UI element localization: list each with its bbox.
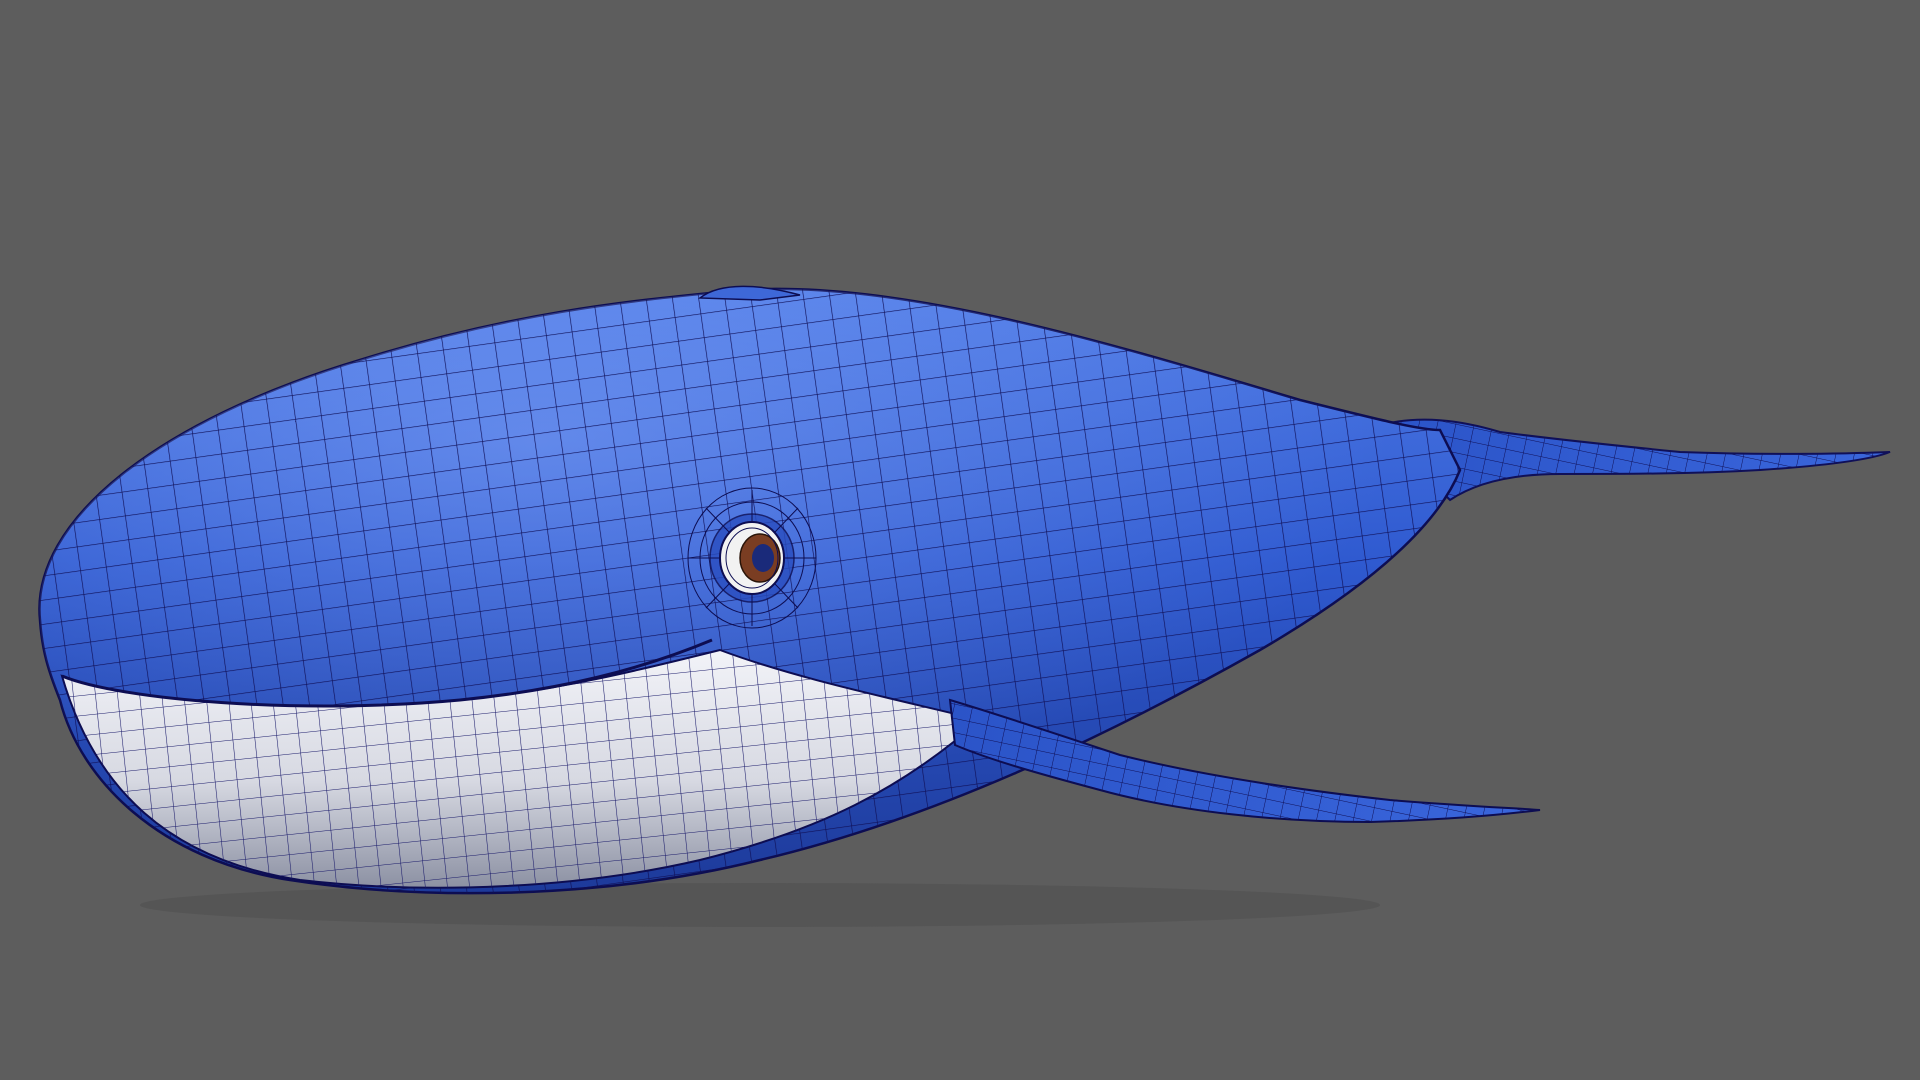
- ground-shadow: [140, 883, 1380, 927]
- whale-eye[interactable]: [687, 487, 817, 629]
- 3d-viewport[interactable]: [0, 0, 1920, 1080]
- whale-render: [38, 285, 1891, 927]
- eye-pupil: [752, 544, 774, 572]
